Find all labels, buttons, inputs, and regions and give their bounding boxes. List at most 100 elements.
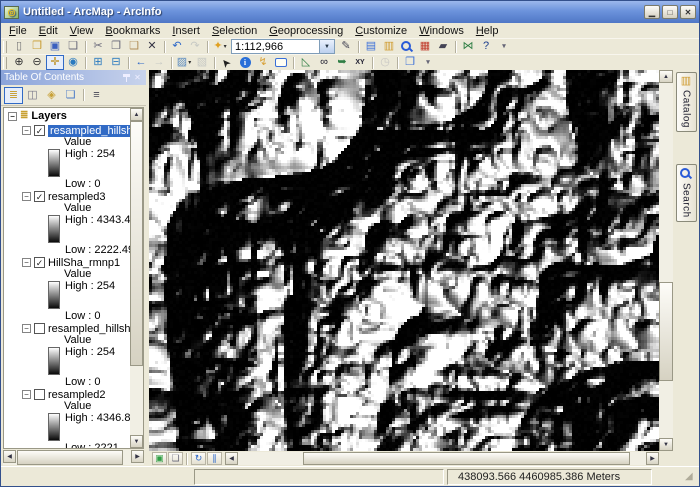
toolbar-overflow[interactable]: ▾ (419, 55, 437, 70)
scrollbar-track[interactable] (659, 83, 673, 438)
zoom-in-tool[interactable]: ⊕ (10, 55, 28, 70)
scroll-up-button[interactable]: ▲ (659, 70, 673, 83)
map-scale-dropdown-button[interactable]: ▼ (319, 40, 334, 53)
scrollbar-track[interactable] (130, 121, 143, 435)
list-by-source-button[interactable]: ◫ (23, 87, 42, 104)
hyperlink-tool[interactable]: ↯ (254, 55, 272, 70)
list-by-selection-button[interactable]: ❏ (61, 87, 80, 104)
select-features-tool[interactable]: ▨▾ (175, 55, 193, 70)
refresh-view-button[interactable]: ↻ (191, 452, 206, 465)
arctoolbox-window-button[interactable]: ▦ (416, 39, 434, 54)
toolbar-grip[interactable] (3, 57, 7, 69)
modelbuilder-button[interactable]: ⋈ (459, 39, 477, 54)
layer-name[interactable]: resampled_hillshade3 (48, 125, 130, 137)
layer-visibility-checkbox[interactable]: ✓ (34, 125, 45, 136)
list-by-drawing-order-button[interactable]: ≣ (4, 87, 23, 104)
catalog-window-button[interactable]: ▥ (380, 39, 398, 54)
fixed-zoom-in-button[interactable]: ⊞ (89, 55, 107, 70)
html-popup-tool[interactable] (272, 55, 290, 70)
menu-selection[interactable]: Selection (206, 25, 263, 37)
toc-root-layers[interactable]: − ≣ Layers (8, 110, 130, 122)
layer-visibility-checkbox[interactable]: ✓ (34, 191, 45, 202)
expand-collapse-icon[interactable]: − (8, 112, 17, 121)
zoom-out-tool[interactable]: ⊖ (28, 55, 46, 70)
new-map-file-button[interactable]: ▯ (10, 39, 28, 54)
add-data-button[interactable]: ✦▾ (211, 39, 229, 54)
toc-close-button[interactable]: ✕ (132, 72, 143, 83)
find-route-button[interactable]: ➥ (333, 55, 351, 70)
measure-tool[interactable]: ◺ (297, 55, 315, 70)
select-elements-tool[interactable]: ➤ (218, 55, 236, 70)
save-button[interactable]: ▣ (46, 39, 64, 54)
full-extent-button[interactable]: ◉ (64, 55, 82, 70)
tab-catalog[interactable]: ▥Catalog (676, 72, 697, 132)
toc-options-button[interactable]: ≡ (87, 87, 106, 104)
scrollbar-track[interactable] (16, 450, 131, 465)
layer-expand-toggle[interactable]: − (22, 126, 31, 135)
scroll-right-button[interactable]: ▶ (131, 450, 144, 463)
scroll-up-button[interactable]: ▲ (130, 108, 143, 121)
layer-visibility-checkbox[interactable]: ✓ (34, 257, 45, 268)
menu-bookmarks[interactable]: Bookmarks (99, 25, 166, 37)
menu-help[interactable]: Help (470, 25, 505, 37)
close-button[interactable]: ✕ (680, 5, 696, 19)
scroll-down-button[interactable]: ▼ (130, 435, 143, 448)
layer-expand-toggle[interactable]: − (22, 258, 31, 267)
layer-visibility-checkbox[interactable] (34, 323, 45, 334)
open-button[interactable]: ❒ (28, 39, 46, 54)
menu-edit[interactable]: Edit (33, 25, 64, 37)
cut-button[interactable]: ✂ (89, 39, 107, 54)
minimize-button[interactable]: ▁ (644, 5, 660, 19)
toolbar-overflow[interactable]: ▾ (495, 39, 513, 54)
maximize-button[interactable]: □ (662, 5, 678, 19)
menu-file[interactable]: File (3, 25, 33, 37)
go-to-xy-tool[interactable]: XY (351, 55, 369, 70)
menu-customize[interactable]: Customize (349, 25, 413, 37)
layout-view-button[interactable]: ❏ (168, 452, 183, 465)
scroll-right-button[interactable]: ▶ (646, 452, 659, 465)
menu-windows[interactable]: Windows (413, 25, 470, 37)
layer-name[interactable]: resampled2 (48, 389, 105, 401)
scrollbar-thumb[interactable] (659, 282, 673, 381)
layer-name[interactable]: resampled_hillshade2 (48, 323, 130, 335)
viewer-window-button[interactable]: ❐ (401, 55, 419, 70)
toc-header[interactable]: Table Of Contents ✕ (1, 70, 146, 85)
scroll-down-button[interactable]: ▼ (659, 438, 673, 451)
toc-autohide-pin-button[interactable] (121, 72, 132, 83)
scroll-left-button[interactable]: ◀ (3, 450, 16, 463)
layer-visibility-checkbox[interactable] (34, 389, 45, 400)
pause-drawing-button[interactable]: ∥ (207, 452, 222, 465)
scrollbar-track[interactable] (238, 452, 646, 465)
scrollbar-thumb[interactable] (303, 452, 629, 465)
paste-button[interactable]: ❑ (125, 39, 143, 54)
table-of-contents-window-button[interactable]: ▤ (362, 39, 380, 54)
print-button[interactable]: ❏ (64, 39, 82, 54)
map-scale-combo[interactable]: 1:112,966 ▼ (231, 39, 335, 54)
menu-geoprocessing[interactable]: Geoprocessing (263, 25, 349, 37)
python-window-button[interactable]: ▰ (434, 39, 452, 54)
toolbar-grip[interactable] (3, 41, 7, 53)
find-tool[interactable]: ∞ (315, 55, 333, 70)
back-extent-button[interactable]: ← (132, 55, 150, 70)
undo-button[interactable]: ↶ (168, 39, 186, 54)
search-window-button[interactable] (398, 39, 416, 54)
layer-name[interactable]: HillSha_rmnp1 (48, 257, 120, 269)
layer-expand-toggle[interactable]: − (22, 192, 31, 201)
resize-grip[interactable]: ◢ (685, 471, 697, 483)
title-bar[interactable]: ◎ Untitled - ArcMap - ArcInfo ▁ □ ✕ (1, 1, 699, 23)
layer-name[interactable]: resampled3 (48, 191, 105, 203)
delete-button[interactable]: ✕ (143, 39, 161, 54)
data-view-button[interactable]: ▣ (152, 452, 167, 465)
whats-this-help-button[interactable]: ? (477, 39, 495, 54)
scrollbar-thumb[interactable] (130, 121, 143, 366)
editor-toolbar-button[interactable]: ✎ (337, 39, 355, 54)
layer-expand-toggle[interactable]: − (22, 390, 31, 399)
list-by-visibility-button[interactable]: ◈ (42, 87, 61, 104)
menu-insert[interactable]: Insert (166, 25, 206, 37)
map-display-hillshade[interactable] (149, 70, 659, 451)
copy-button[interactable]: ❐ (107, 39, 125, 54)
layer-expand-toggle[interactable]: − (22, 324, 31, 333)
menu-view[interactable]: View (64, 25, 100, 37)
pan-tool[interactable]: ✛ (46, 55, 64, 70)
identify-tool[interactable] (236, 55, 254, 70)
